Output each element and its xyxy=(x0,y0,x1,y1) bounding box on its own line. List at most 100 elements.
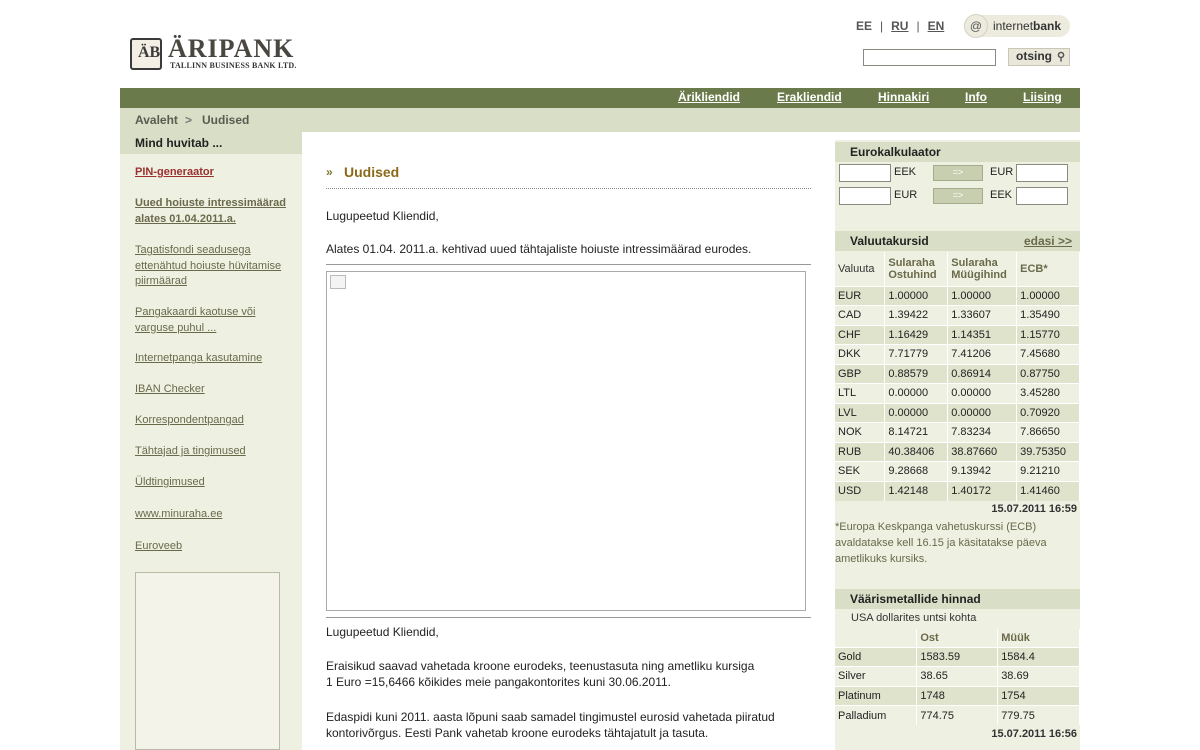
internetbank-button[interactable]: @ internetbank xyxy=(964,14,1070,38)
fx-cell: SEK xyxy=(835,461,886,481)
double-arrow-icon: » xyxy=(326,165,333,179)
fx-col-ecb: ECB* xyxy=(1016,252,1080,286)
news-paragraph-3b: kontorivõrgus. Eesti Pank vahetab kroone… xyxy=(326,726,709,740)
calc-convert-eur-button[interactable]: => xyxy=(933,188,983,204)
bank-logo[interactable]: ÄB ÄRIPANK TALLINN BUSINESS BANK LTD. xyxy=(130,34,310,72)
fx-cell: 0.00000 xyxy=(947,402,1018,423)
metals-cell: Palladium xyxy=(835,705,918,725)
fx-cell: 0.88579 xyxy=(884,363,949,384)
nav-liising[interactable]: Liising xyxy=(1023,90,1062,104)
calc-label-eur: EUR xyxy=(990,166,1014,178)
fx-cell: GBP xyxy=(835,363,886,384)
calc-convert-eek-button[interactable]: => xyxy=(933,165,983,181)
calc-eek-output[interactable] xyxy=(1016,187,1068,205)
search-input[interactable] xyxy=(863,49,996,66)
metals-subtitle: USA dollarites untsi kohta xyxy=(851,612,977,624)
fx-cell: 8.14721 xyxy=(884,422,949,442)
fx-cell: 0.87750 xyxy=(1016,363,1080,384)
search-button[interactable]: otsing ⚲ xyxy=(1008,48,1070,66)
fx-cell: 38.87660 xyxy=(947,441,1018,462)
metals-cell: 779.75 xyxy=(997,705,1080,725)
lang-ru[interactable]: RU xyxy=(891,19,908,33)
page-title: Uudised xyxy=(344,164,400,180)
metals-cell: Gold xyxy=(835,646,918,667)
fx-cell: 0.00000 xyxy=(884,383,949,403)
fx-cell: USD xyxy=(835,480,886,501)
fx-title: Valuutakursid xyxy=(850,234,929,248)
news-image xyxy=(326,271,806,611)
nav-erakliendid[interactable]: Erakliendid xyxy=(777,90,842,104)
right-column: Eurokalkulaator EEK => EUR EUR => EEK Va… xyxy=(835,140,1080,750)
fx-cell: 1.14351 xyxy=(947,324,1018,345)
metals-cell: 1584.4 xyxy=(997,646,1080,667)
news-greeting-1: Lugupeetud Kliendid, xyxy=(326,209,439,223)
fx-row: NOK 8.14721 7.83234 7.86650 xyxy=(835,422,1080,442)
news-paragraph-2b: 1 Euro =15,6466 kõikides meie pangakonto… xyxy=(326,675,672,689)
metals-row: Palladium 774.75 779.75 xyxy=(835,705,1080,725)
metals-row: Platinum 1748 1754 xyxy=(835,685,1080,706)
fx-cell: 0.70920 xyxy=(1016,402,1080,423)
metals-title: Väärismetallide hinnad xyxy=(850,592,981,606)
sidebar-item-tagatisfond[interactable]: Tagatisfondi seadusega ettenähtud hoiust… xyxy=(135,243,295,290)
nav-info[interactable]: Info xyxy=(965,90,987,104)
metals-cell: 1583.59 xyxy=(916,646,999,667)
fx-col-currency: Valuuta xyxy=(835,252,886,286)
fx-cell: 39.75350 xyxy=(1016,441,1080,462)
metals-header: Väärismetallide hinnad xyxy=(835,589,1080,609)
sidebar-item-minuraha[interactable]: www.minuraha.ee xyxy=(135,507,295,523)
calc-label-eek-2: EEK xyxy=(990,189,1013,201)
calc-eur-output[interactable] xyxy=(1016,164,1068,182)
fx-cell: 1.33607 xyxy=(947,305,1018,325)
fx-cell: 1.42148 xyxy=(884,480,949,501)
breadcrumb-separator: > xyxy=(185,113,193,127)
sidebar-item-korrespondentpangad[interactable]: Korrespondentpangad xyxy=(135,413,295,429)
metals-row: Gold 1583.59 1584.4 xyxy=(835,646,1080,667)
fx-row: EUR 1.00000 1.00000 1.00000 xyxy=(835,285,1080,306)
sidebar-item-internetpank[interactable]: Internetpanga kasutamine xyxy=(135,351,295,367)
sidebar-item-iban-checker[interactable]: IBAN Checker xyxy=(135,382,295,398)
sidebar-banner-image[interactable] xyxy=(135,572,280,750)
fx-cell: 9.13942 xyxy=(947,461,1018,481)
divider xyxy=(326,617,811,618)
metals-col-sell: Müük xyxy=(997,629,1080,647)
calc-eur-input[interactable] xyxy=(839,187,891,205)
calc-eek-input[interactable] xyxy=(839,164,891,182)
sidebar-item-uldtingimused[interactable]: Üldtingimused xyxy=(135,475,295,491)
metals-col-name xyxy=(835,629,918,647)
breadcrumb-home[interactable]: Avaleht xyxy=(135,113,178,127)
fx-cell: 1.41460 xyxy=(1016,480,1080,501)
fx-row: RUB 40.38406 38.87660 39.75350 xyxy=(835,441,1080,462)
sidebar: Mind huvitab ... PIN-generaator Uued hoi… xyxy=(120,132,302,750)
nav-hinnakiri[interactable]: Hinnakiri xyxy=(878,90,929,104)
fx-more-link[interactable]: edasi >> xyxy=(1024,234,1072,248)
metals-cell: 1754 xyxy=(997,685,1080,706)
fx-cell: CHF xyxy=(835,324,886,345)
fx-cell: 1.15770 xyxy=(1016,324,1080,345)
fx-cell: 7.45680 xyxy=(1016,344,1080,364)
news-paragraph-1: Alates 01.04. 2011.a. kehtivad uued täht… xyxy=(326,242,752,256)
calc-label-eur-2: EUR xyxy=(894,189,918,201)
fx-row: CAD 1.39422 1.33607 1.35490 xyxy=(835,305,1080,325)
sidebar-item-tahtajad[interactable]: Tähtajad ja tingimused xyxy=(135,444,295,460)
sidebar-item-pin-generaator[interactable]: PIN-generaator xyxy=(135,165,295,181)
sidebar-item-pangakaart[interactable]: Pangakaardi kaotuse või varguse puhul ..… xyxy=(135,305,295,336)
internetbank-bold: bank xyxy=(1033,19,1062,33)
sidebar-item-euroveeb[interactable]: Euroveeb xyxy=(135,539,295,555)
divider xyxy=(326,264,811,265)
fx-cell: 3.45280 xyxy=(1016,383,1080,403)
fx-cell: 0.00000 xyxy=(947,383,1018,403)
metals-col-buy: Ost xyxy=(916,629,999,647)
fx-cell: CAD xyxy=(835,305,886,325)
fx-cell: 7.41206 xyxy=(947,344,1018,364)
metals-cell: 1748 xyxy=(916,685,999,706)
sidebar-item-intressimaarad[interactable]: Uued hoiuste intressimäärad alates 01.04… xyxy=(135,196,295,227)
nav-arikliendid[interactable]: Ärikliendid xyxy=(678,90,740,104)
lang-ee[interactable]: EE xyxy=(856,19,872,33)
fx-cell: 1.40172 xyxy=(947,480,1018,501)
euro-calculator-header: Eurokalkulaator xyxy=(835,142,1080,162)
fx-row: USD 1.42148 1.40172 1.41460 xyxy=(835,480,1080,501)
breadcrumb: Avaleht > Uudised xyxy=(120,108,1080,132)
fx-row: LVL 0.00000 0.00000 0.70920 xyxy=(835,402,1080,423)
breadcrumb-current: Uudised xyxy=(202,113,250,127)
lang-en[interactable]: EN xyxy=(928,19,945,33)
